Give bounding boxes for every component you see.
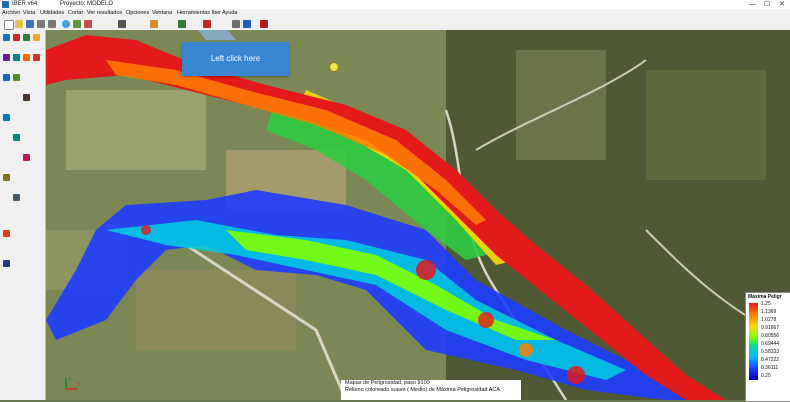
tool-sidebar xyxy=(0,30,46,400)
menu-ver-resultados[interactable]: Ver resultados xyxy=(87,9,122,18)
maximize-button[interactable]: ☐ xyxy=(760,0,774,9)
undo-icon[interactable] xyxy=(37,20,45,28)
app-logo-icon xyxy=(2,1,9,8)
legend-value: 0.69444 xyxy=(761,341,780,347)
new-icon[interactable] xyxy=(4,20,14,30)
satellite-map xyxy=(46,30,790,400)
caption-line-1: Mapas de Peligrosidad, paso 9100 xyxy=(345,380,430,386)
data-icon[interactable] xyxy=(13,194,20,201)
exit-icon[interactable] xyxy=(260,20,268,28)
legend-panel: Máxima Peligr 1.25 1.1369 1.0278 0.91667… xyxy=(745,292,790,402)
select-icon[interactable] xyxy=(23,54,30,61)
line-icon[interactable] xyxy=(13,34,20,41)
legend-value: 0.47222 xyxy=(761,357,780,363)
project-title: Proyecto: MODELO xyxy=(60,1,114,7)
print-icon[interactable] xyxy=(118,20,126,28)
outlet-icon[interactable] xyxy=(23,154,30,161)
legend-title: Máxima Peligr xyxy=(748,294,782,300)
menu-bar: Archivo Vista Utilidades Cortar Ver resu… xyxy=(0,9,790,18)
arc-icon[interactable] xyxy=(23,34,30,41)
menu-utilidades[interactable]: Utilidades xyxy=(40,9,64,18)
mesh-icon[interactable] xyxy=(23,94,30,101)
settings-icon[interactable] xyxy=(232,20,240,28)
zoom-icon[interactable] xyxy=(62,20,70,28)
volume-icon[interactable] xyxy=(13,54,20,61)
menu-vista[interactable]: Vista xyxy=(23,9,35,18)
menu-archivo[interactable]: Archivo xyxy=(2,9,20,18)
results-icon[interactable] xyxy=(3,260,10,267)
legend-value: 0.25 xyxy=(761,373,771,379)
move-icon[interactable] xyxy=(13,74,20,81)
legend-value: 0.36111 xyxy=(761,365,779,371)
caption-line-2: Relleno coloreado suave ( Medio) de Máxi… xyxy=(345,387,502,393)
title-bar: IBER v64 Proyecto: MODELO — ☐ ✕ xyxy=(0,0,790,9)
axes-gizmo-icon: X Y xyxy=(62,375,82,393)
point-icon[interactable] xyxy=(3,34,10,41)
polyline-icon[interactable] xyxy=(33,34,40,41)
app-title: IBER v64 xyxy=(12,1,38,7)
results-icon[interactable] xyxy=(203,20,211,28)
result-caption: Mapas de Peligrosidad, paso 9100 Relleno… xyxy=(341,380,521,400)
minimize-button[interactable]: — xyxy=(746,0,760,9)
legend-value: 1.1369 xyxy=(761,309,777,315)
axis-y-label: Y xyxy=(68,377,72,383)
menu-opciones[interactable]: Opciones xyxy=(126,9,149,18)
menu-ayuda[interactable]: Ayuda xyxy=(222,9,238,18)
axis-x-label: X xyxy=(77,382,81,388)
redo-icon[interactable] xyxy=(48,20,56,28)
surface-icon[interactable] xyxy=(3,54,10,61)
open-icon[interactable] xyxy=(15,20,23,28)
copy-icon[interactable] xyxy=(3,74,10,81)
inlet-icon[interactable] xyxy=(13,134,20,141)
legend-value: 0.91667 xyxy=(761,325,780,331)
mouse-cursor-icon xyxy=(329,62,339,72)
delete-icon[interactable] xyxy=(33,54,40,61)
menu-cortar[interactable]: Cortar xyxy=(68,9,83,18)
render-icon[interactable] xyxy=(178,20,186,28)
legend-value: 0.80556 xyxy=(761,333,780,339)
legend-color-bar xyxy=(749,303,758,380)
menu-herramientas-iber[interactable]: Herramientas Iber xyxy=(177,9,221,18)
menu-ventana[interactable]: Ventana xyxy=(152,9,172,18)
save-icon[interactable] xyxy=(26,20,34,28)
run-icon[interactable] xyxy=(3,230,10,237)
close-button[interactable]: ✕ xyxy=(775,0,789,9)
legend-value: 1.25 xyxy=(761,301,771,307)
boundary-icon[interactable] xyxy=(3,114,10,121)
tooltip-callout: Left click here xyxy=(182,42,289,76)
legend-value: 0.58333 xyxy=(761,349,780,355)
layers-icon[interactable] xyxy=(150,20,158,28)
map-viewport[interactable] xyxy=(46,30,790,400)
roughness-icon[interactable] xyxy=(3,174,10,181)
help-icon[interactable] xyxy=(243,20,251,28)
rotate-icon[interactable] xyxy=(84,20,92,28)
pan-icon[interactable] xyxy=(73,20,81,28)
legend-value: 1.0278 xyxy=(761,317,777,323)
